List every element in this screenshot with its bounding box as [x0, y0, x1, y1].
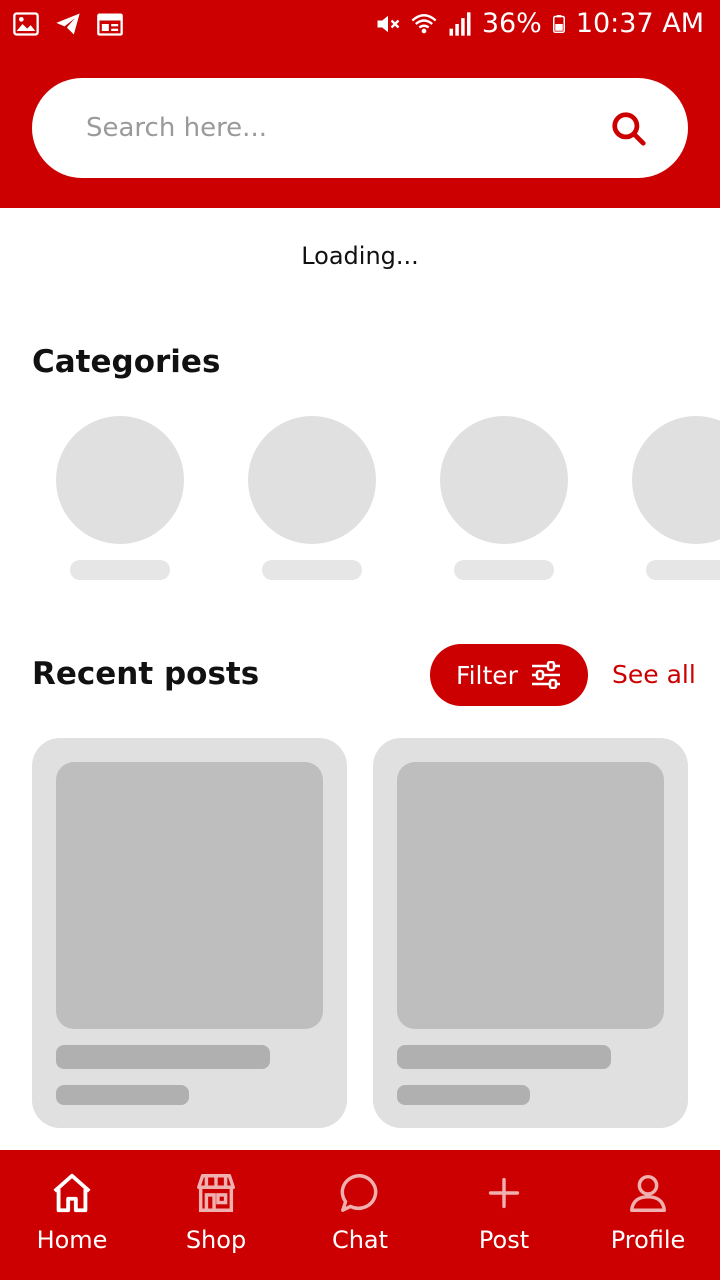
category-placeholder[interactable]: [632, 416, 720, 586]
search-input[interactable]: [86, 104, 566, 152]
nav-profile[interactable]: Profile: [576, 1150, 720, 1280]
app-header: 36% 10:37 AM: [0, 0, 720, 208]
category-placeholder[interactable]: [440, 416, 568, 586]
nav-home-label: Home: [36, 1226, 108, 1254]
profile-icon: [629, 1174, 667, 1212]
status-bar: 36% 10:37 AM: [0, 0, 720, 50]
category-image-skeleton: [440, 416, 568, 544]
post-title-skeleton: [397, 1045, 611, 1069]
post-card-skeleton[interactable]: [373, 738, 688, 1128]
recent-posts-title: Recent posts: [32, 656, 260, 692]
post-image-skeleton: [56, 762, 323, 1029]
clock: 10:37 AM: [575, 8, 704, 39]
nav-chat[interactable]: Chat: [288, 1150, 432, 1280]
nav-home[interactable]: Home: [0, 1150, 144, 1280]
notification-icons: [12, 10, 124, 38]
category-placeholder[interactable]: [56, 416, 184, 586]
calendar-icon: [97, 13, 123, 36]
telegram-icon: [56, 13, 80, 35]
nav-chat-label: Chat: [331, 1226, 389, 1254]
category-label-skeleton: [646, 560, 720, 580]
loading-text: Loading...: [301, 242, 419, 270]
search-bar: [32, 78, 688, 178]
search-icon[interactable]: [610, 110, 648, 148]
mute-icon: [377, 15, 400, 33]
post-price-skeleton: [397, 1085, 530, 1105]
nav-post[interactable]: Post: [432, 1150, 576, 1280]
home-icon: [53, 1173, 91, 1213]
post-image-skeleton: [397, 762, 664, 1029]
chat-icon: [340, 1174, 378, 1212]
nav-shop[interactable]: Shop: [144, 1150, 288, 1280]
post-title-skeleton: [56, 1045, 270, 1069]
wifi-icon: [411, 14, 437, 34]
nav-post-label: Post: [478, 1226, 530, 1254]
post-price-skeleton: [56, 1085, 189, 1105]
category-label-skeleton: [70, 560, 170, 580]
plus-icon: [488, 1177, 520, 1209]
category-image-skeleton: [56, 416, 184, 544]
battery-icon: [552, 15, 565, 33]
category-list[interactable]: [0, 416, 720, 586]
bottom-navigation: Home Shop Chat Post Profile: [0, 1150, 720, 1280]
system-status: 36% 10:37 AM: [374, 8, 704, 40]
image-icon: [13, 12, 39, 36]
filter-label: Filter: [456, 660, 518, 690]
category-image-skeleton: [248, 416, 376, 544]
nav-profile-label: Profile: [610, 1226, 686, 1254]
post-card-skeleton[interactable]: [32, 738, 347, 1128]
sliders-icon: [531, 661, 560, 689]
signal-icon: [449, 12, 471, 36]
see-all-link[interactable]: See all: [612, 660, 696, 689]
category-label-skeleton: [262, 560, 362, 580]
shop-icon: [197, 1174, 235, 1212]
category-image-skeleton: [632, 416, 720, 544]
battery-percent: 36%: [481, 8, 542, 39]
filter-button[interactable]: Filter: [430, 644, 588, 706]
category-placeholder[interactable]: [248, 416, 376, 586]
nav-shop-label: Shop: [185, 1226, 247, 1254]
categories-title: Categories: [32, 344, 221, 380]
category-label-skeleton: [454, 560, 554, 580]
